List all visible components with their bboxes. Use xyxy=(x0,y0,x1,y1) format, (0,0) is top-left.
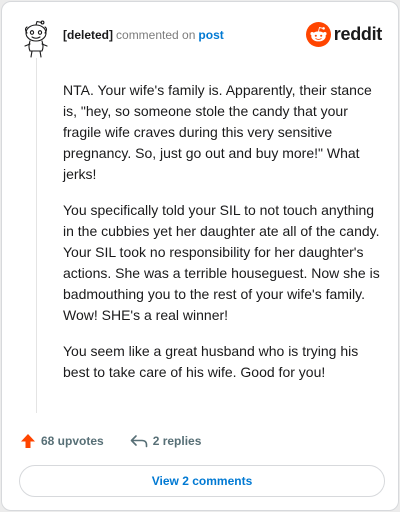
comment-paragraph: You specifically told your SIL to not to… xyxy=(63,202,380,323)
comment-body: NTA. Your wife's family is. Apparently, … xyxy=(63,80,381,398)
upvote-button[interactable]: 68 upvotes xyxy=(20,433,104,449)
reply-count: 2 replies xyxy=(152,434,202,448)
snoo-icon xyxy=(305,21,331,47)
comment-actions: 68 upvotes 2 replies xyxy=(20,432,227,450)
thread-line xyxy=(36,58,37,413)
comment-meta: [deleted] commented on post xyxy=(63,28,224,42)
reply-arrow-icon xyxy=(130,435,148,448)
reddit-logo[interactable]: reddit xyxy=(305,21,383,47)
comment-header: [deleted] commented on post reddit xyxy=(20,16,383,58)
comment-card: [deleted] commented on post reddit NTA. Yo… xyxy=(1,1,399,511)
commented-on-label: commented on xyxy=(116,28,196,42)
view-comments-button[interactable]: View 2 comments xyxy=(19,465,385,497)
post-link[interactable]: post xyxy=(198,28,223,42)
upvote-arrow-icon xyxy=(21,434,35,448)
comment-paragraph: You seem like a great husband who is try… xyxy=(63,343,359,380)
replies-button[interactable]: 2 replies xyxy=(130,434,202,448)
upvote-count: 68 upvotes xyxy=(41,434,104,448)
deleted-user-avatar-icon xyxy=(24,20,48,58)
reddit-wordmark: reddit xyxy=(333,23,383,44)
comment-paragraph: NTA. Your wife's family is. Apparently, … xyxy=(63,82,372,182)
author-name[interactable]: [deleted] xyxy=(63,28,113,42)
